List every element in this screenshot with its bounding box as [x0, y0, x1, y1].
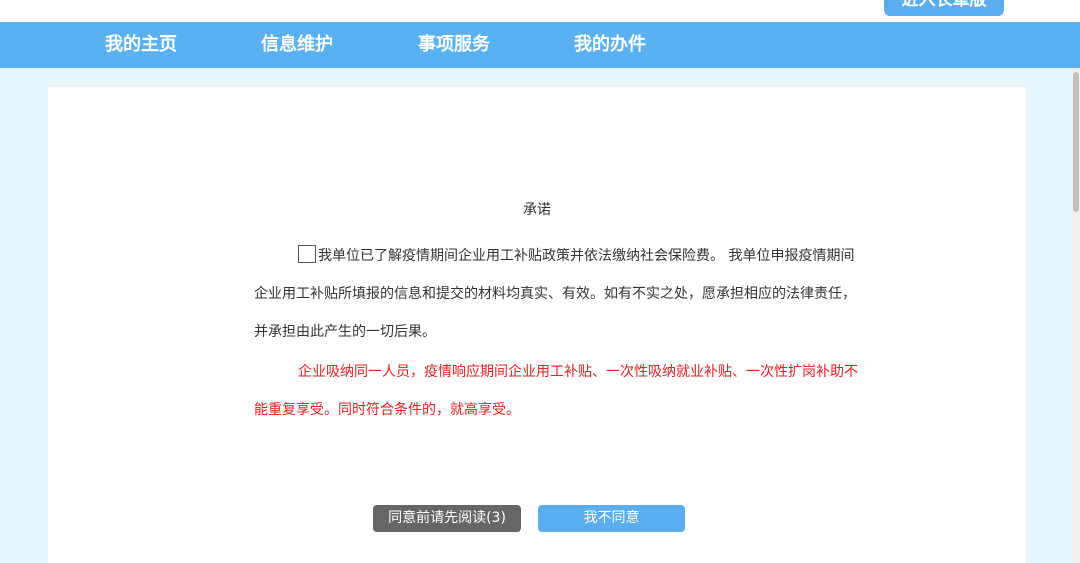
warning-notice: 企业吸纳同一人员，疫情响应期间企业用工补贴、一次性吸纳就业补贴、一次性扩岗补助不… — [254, 364, 858, 418]
nav-item-my-cases[interactable]: 我的办件 — [574, 22, 646, 68]
nav-item-home[interactable]: 我的主页 — [105, 22, 177, 68]
commitment-statement-text: 我单位已了解疫情期间企业用工补贴政策并依法缴纳社会保险费。 我单位申报疫情期间企… — [254, 248, 856, 340]
commitment-statement: 我单位已了解疫情期间企业用工补贴政策并依法缴纳社会保险费。 我单位申报疫情期间企… — [254, 237, 860, 351]
nav-item-services[interactable]: 事项服务 — [418, 22, 490, 68]
read-first-button[interactable]: 同意前请先阅读(3) — [373, 505, 521, 532]
commitment-title: 承诺 — [523, 202, 551, 218]
scrollbar-thumb[interactable] — [1073, 72, 1079, 212]
nav-item-info-maintenance[interactable]: 信息维护 — [261, 22, 333, 68]
elder-mode-button[interactable]: 进入长辈版 — [884, 0, 1004, 16]
top-bar: 进入长辈版 — [0, 0, 1080, 22]
commitment-panel: 承诺 我单位已了解疫情期间企业用工补贴政策并依法缴纳社会保险费。 我单位申报疫情… — [48, 87, 1026, 563]
main-nav: 我的主页 信息维护 事项服务 我的办件 — [0, 22, 1080, 68]
disagree-button[interactable]: 我不同意 — [538, 505, 685, 532]
agree-checkbox[interactable] — [298, 245, 316, 263]
